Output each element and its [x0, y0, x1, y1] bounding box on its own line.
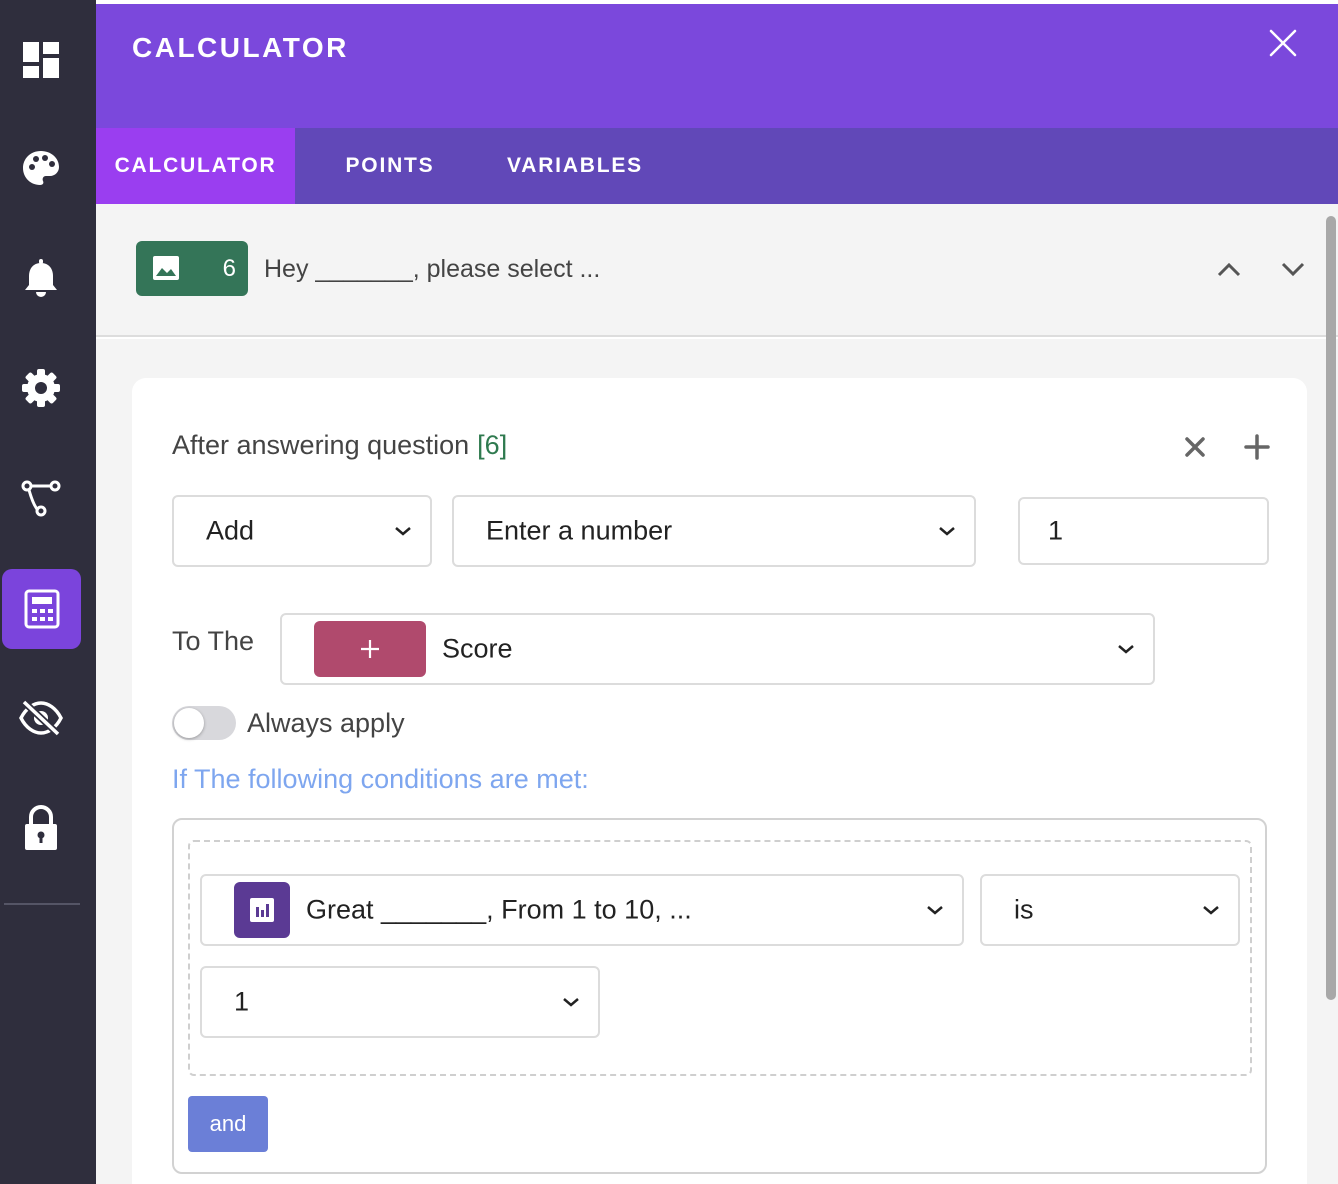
lock-icon	[25, 805, 57, 850]
question-number: 6	[222, 255, 236, 282]
add-rule-icon[interactable]	[1244, 434, 1270, 460]
chevron-down-icon[interactable]	[1280, 260, 1306, 278]
sidebar-item-theme[interactable]	[0, 128, 82, 208]
logic-flow-icon	[21, 480, 61, 517]
condition-answer-value: 1	[234, 986, 250, 1017]
plus-icon	[361, 640, 379, 658]
target-select[interactable]: Score	[280, 613, 1155, 685]
number-input-value: 1	[1048, 515, 1064, 546]
chevron-down-icon	[1118, 645, 1134, 654]
to-the-label: To The	[172, 626, 255, 656]
close-icon[interactable]	[1268, 28, 1298, 58]
question-text: Hey _______, please select ...	[264, 255, 601, 283]
bell-icon	[25, 259, 57, 297]
sidebar-item-logic[interactable]	[0, 458, 82, 538]
target-value: Score	[442, 633, 513, 664]
operation-value: Add	[206, 515, 255, 546]
sidebar-item-dashboard[interactable]	[0, 20, 82, 100]
value-type-select[interactable]: Enter a number	[452, 495, 976, 567]
sidebar-item-notifications[interactable]	[0, 238, 82, 318]
modal-header: CALCULATOR	[96, 4, 1338, 128]
tab-calculator[interactable]: CALCULATOR	[96, 128, 295, 204]
question-badge: 6	[136, 241, 248, 296]
condition-question-value: Great _______, From 1 to 10, ...	[306, 894, 692, 925]
question-ref: [6]	[477, 430, 508, 460]
eye-off-icon	[19, 699, 63, 737]
sidebar-item-settings[interactable]	[0, 348, 82, 428]
sidebar-item-lock[interactable]	[0, 788, 82, 868]
remove-rule-icon[interactable]	[1184, 436, 1206, 458]
chevron-down-icon	[563, 998, 579, 1007]
sidebar	[0, 0, 96, 1184]
condition-answer-select[interactable]: 1	[200, 966, 600, 1038]
gear-icon	[22, 369, 60, 407]
condition-question-select[interactable]: Great _______, From 1 to 10, ...	[200, 874, 964, 946]
chevron-down-icon	[939, 527, 955, 536]
sidebar-item-calculator[interactable]	[2, 569, 81, 649]
scrollbar[interactable]	[1326, 216, 1336, 1000]
operation-select[interactable]: Add	[172, 495, 432, 567]
always-apply-toggle[interactable]	[172, 706, 236, 740]
chevron-down-icon	[1203, 906, 1219, 915]
number-input[interactable]: 1	[1018, 497, 1269, 565]
sidebar-item-visibility[interactable]	[0, 678, 82, 758]
sidebar-divider	[4, 903, 80, 905]
rating-chip	[234, 882, 290, 938]
conditions-title: If The following conditions are met:	[172, 764, 589, 794]
toggle-knob	[174, 708, 204, 738]
calculator-icon	[24, 589, 59, 629]
image-icon	[153, 256, 179, 280]
page-title: CALCULATOR	[132, 32, 349, 63]
tab-variables[interactable]: VARIABLES	[485, 128, 665, 204]
score-chip	[314, 621, 426, 677]
condition-operator-select[interactable]: is	[980, 874, 1240, 946]
question-selector: 6 Hey _______, please select ...	[96, 204, 1338, 337]
value-type-value: Enter a number	[486, 515, 673, 546]
always-apply-label: Always apply	[247, 708, 405, 738]
rule-heading: After answering question [6]	[172, 430, 507, 461]
tab-points[interactable]: POINTS	[295, 128, 485, 204]
chevron-down-icon	[395, 527, 411, 536]
condition-operator-value: is	[1014, 894, 1034, 925]
bar-chart-icon	[250, 898, 274, 922]
and-button[interactable]: and	[188, 1096, 268, 1152]
rule-heading-text: After answering question	[172, 430, 470, 460]
chevron-down-icon	[927, 906, 943, 915]
chevron-up-icon[interactable]	[1216, 260, 1242, 278]
palette-icon	[23, 151, 59, 185]
rule-card: After answering question [6] Add Enter a …	[132, 378, 1307, 1184]
dashboard-icon	[23, 42, 59, 78]
tab-bar: CALCULATOR POINTS VARIABLES	[96, 128, 1338, 204]
condition-group: Great _______, From 1 to 10, ... is 1	[188, 840, 1252, 1076]
conditions-box: Great _______, From 1 to 10, ... is 1 an…	[172, 818, 1267, 1174]
